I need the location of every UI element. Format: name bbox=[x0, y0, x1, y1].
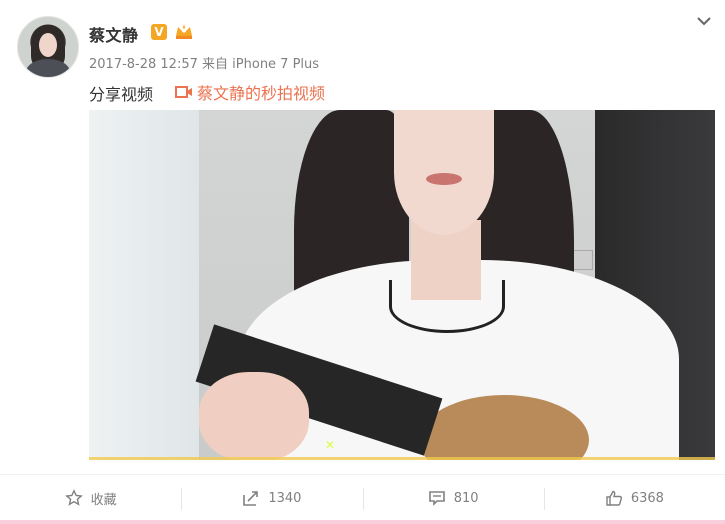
star-icon bbox=[64, 489, 83, 506]
post-device[interactable]: iPhone 7 Plus bbox=[232, 57, 319, 72]
comment-count: 810 bbox=[453, 490, 479, 506]
thumbs-up-icon bbox=[606, 490, 622, 506]
video-player[interactable]: ✕ bbox=[89, 110, 715, 460]
post-text: 分享视频 bbox=[89, 85, 154, 104]
post-date[interactable]: 2017-8-28 12:57 bbox=[89, 57, 198, 72]
video-collar bbox=[389, 280, 505, 333]
avatar-face bbox=[39, 33, 57, 57]
chevron-down-icon[interactable] bbox=[695, 12, 713, 30]
post-source-prefix: 来自 bbox=[202, 57, 229, 72]
video-camera-icon bbox=[175, 86, 192, 98]
video-hand bbox=[199, 372, 309, 460]
video-lips bbox=[426, 173, 462, 185]
repost-button[interactable]: 1340 bbox=[181, 476, 362, 520]
member-crown-icon bbox=[176, 24, 192, 39]
repost-count: 1340 bbox=[268, 490, 302, 506]
post-meta: 2017-8-28 12:57 来自 iPhone 7 Plus bbox=[89, 53, 319, 72]
comment-button[interactable]: 810 bbox=[362, 476, 544, 520]
comment-icon bbox=[428, 491, 445, 506]
verified-badge-icon: V bbox=[151, 24, 167, 40]
video-link-label: 蔡文静的秒拍视频 bbox=[197, 84, 326, 103]
action-bar: 收藏 1340 810 6368 bbox=[0, 476, 725, 520]
username[interactable]: 蔡文静 bbox=[89, 22, 139, 46]
video-bg-left bbox=[89, 110, 209, 460]
avatar-shirt bbox=[26, 59, 70, 77]
footer-divider bbox=[0, 474, 725, 475]
video-fret-mark-icon: ✕ bbox=[325, 438, 336, 452]
bottom-accent-bar bbox=[0, 520, 725, 524]
like-count: 6368 bbox=[630, 490, 664, 506]
favorite-button[interactable]: 收藏 bbox=[0, 476, 181, 520]
video-progress-bar[interactable] bbox=[89, 457, 715, 460]
favorite-label: 收藏 bbox=[90, 492, 117, 508]
share-arrow-icon bbox=[243, 491, 259, 506]
like-button[interactable]: 6368 bbox=[543, 476, 725, 520]
avatar[interactable] bbox=[17, 16, 79, 78]
video-link[interactable]: 蔡文静的秒拍视频 bbox=[175, 80, 325, 104]
